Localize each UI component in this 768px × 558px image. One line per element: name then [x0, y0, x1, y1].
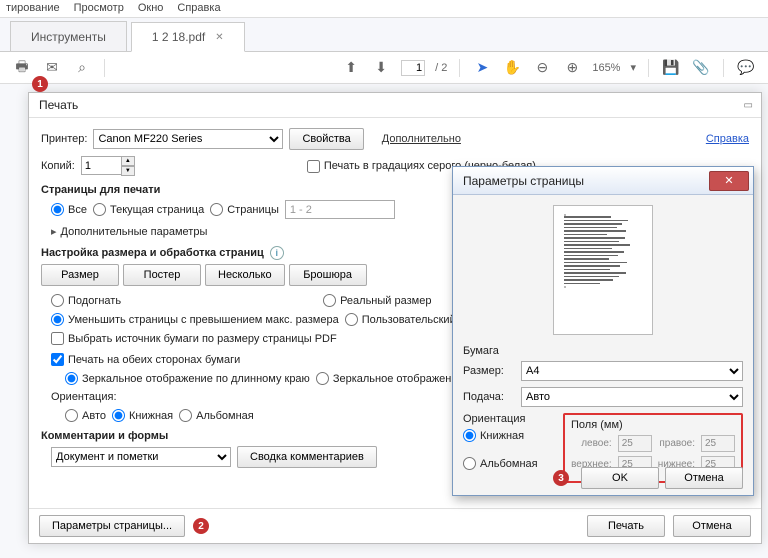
page-setup-title: Параметры страницы — [463, 174, 584, 188]
help-link[interactable]: Справка — [706, 133, 749, 145]
minus-icon[interactable]: ⊖ — [532, 58, 552, 78]
main-toolbar: 🖶 ✉ ⌕ ⬆ ⬇ / 2 ➤ ✋ ⊖ ⊕ 165% ▾ 💾 📎 💬 — [0, 52, 768, 84]
pages-current-radio[interactable]: Текущая страница — [93, 203, 204, 216]
print-dialog-title: Печать — [39, 98, 78, 112]
save-icon[interactable]: 💾 — [661, 58, 681, 78]
printer-label: Принтер: — [41, 133, 87, 145]
paper-source-label: Подача: — [463, 391, 515, 403]
comments-select[interactable]: Документ и пометки — [51, 447, 231, 467]
orient-landscape-radio[interactable]: Альбомная — [179, 409, 254, 422]
shrink-radio[interactable]: Уменьшить страницы с превышением макс. р… — [51, 313, 339, 326]
poster-button[interactable]: Постер — [123, 264, 201, 286]
menu-window[interactable]: Окно — [138, 2, 164, 15]
paper-source-select[interactable]: Авто — [521, 387, 743, 407]
attach-icon[interactable]: 📎 — [691, 58, 711, 78]
orientation-group-label: Ориентация — [463, 413, 555, 425]
summarize-button[interactable]: Сводка комментариев — [237, 446, 377, 468]
menu-edit[interactable]: тирование — [6, 2, 60, 15]
dropdown-icon[interactable]: ▾ — [630, 61, 636, 74]
page-total: / 2 — [435, 62, 447, 74]
pages-range-radio[interactable]: Страницы — [210, 203, 279, 216]
pages-range-input[interactable] — [285, 200, 395, 219]
printer-select[interactable]: Canon MF220 Series — [93, 129, 283, 149]
paper-label: Бумага — [463, 345, 743, 357]
menu-help[interactable]: Справка — [177, 2, 220, 15]
paper-size-label: Размер: — [463, 365, 515, 377]
tab-tools[interactable]: Инструменты — [10, 21, 127, 51]
margin-left-input — [618, 435, 652, 452]
orientation-label: Ориентация: — [51, 391, 117, 403]
hand-icon[interactable]: ✋ — [502, 58, 522, 78]
copies-spinner[interactable]: ▲▼ — [81, 156, 135, 176]
paper-size-select[interactable]: A4 — [521, 361, 743, 381]
ps-portrait-radio[interactable]: Книжная — [463, 429, 524, 442]
print-icon[interactable]: 🖶 — [12, 58, 32, 78]
fit-radio[interactable]: Подогнать — [51, 294, 121, 307]
duplex-checkbox[interactable]: Печать на обеих сторонах бумаги — [51, 353, 240, 366]
close-icon[interactable]: ✕ — [709, 171, 749, 191]
margin-right-input — [701, 435, 735, 452]
page-setup-dialog: Параметры страницы ✕ Бумага Размер: A4 П… — [452, 166, 754, 496]
page-preview — [553, 205, 653, 335]
comment-icon[interactable]: 💬 — [736, 58, 756, 78]
orient-auto-radio[interactable]: Авто — [65, 409, 106, 422]
page-down-icon[interactable]: ⬇ — [371, 58, 391, 78]
ok-button[interactable]: OK — [581, 467, 659, 489]
close-tab-icon[interactable]: ✕ — [215, 32, 223, 43]
page-up-icon[interactable]: ⬆ — [341, 58, 361, 78]
properties-button[interactable]: Свойства — [289, 128, 363, 150]
flip-long-radio[interactable]: Зеркальное отображение по длинному краю — [65, 372, 310, 385]
actual-radio[interactable]: Реальный размер — [323, 294, 431, 307]
orient-portrait-radio[interactable]: Книжная — [112, 409, 173, 422]
info-icon[interactable]: i — [270, 246, 284, 260]
pointer-icon[interactable]: ➤ — [472, 58, 492, 78]
tab-strip: Инструменты 1 2 18.pdf✕ — [0, 18, 768, 52]
copies-label: Копий: — [41, 160, 75, 172]
zoom-value[interactable]: 165% — [592, 62, 620, 74]
mail-icon[interactable]: ✉ — [42, 58, 62, 78]
size-button[interactable]: Размер — [41, 264, 119, 286]
tab-document[interactable]: 1 2 18.pdf✕ — [131, 22, 245, 52]
menu-view[interactable]: Просмотр — [74, 2, 124, 15]
page-setup-button[interactable]: Параметры страницы... — [39, 515, 185, 537]
margins-label: Поля (мм) — [571, 419, 735, 431]
callout-badge-2: 2 — [193, 518, 209, 534]
cancel-button[interactable]: Отмена — [673, 515, 751, 537]
choose-source-checkbox[interactable]: Выбрать источник бумаги по размеру стран… — [51, 332, 337, 345]
callout-badge-3: 3 — [553, 470, 569, 486]
callout-badge-1: 1 — [32, 76, 48, 92]
page-number-input[interactable] — [401, 60, 425, 76]
menu-bar[interactable]: тирование Просмотр Окно Справка — [0, 0, 768, 18]
plus-icon[interactable]: ⊕ — [562, 58, 582, 78]
collapse-icon[interactable]: ▭ — [744, 100, 751, 111]
print-button[interactable]: Печать — [587, 515, 665, 537]
multiple-button[interactable]: Несколько — [205, 264, 285, 286]
ps-cancel-button[interactable]: Отмена — [665, 467, 743, 489]
zoom-out-icon[interactable]: ⌕ — [72, 58, 92, 78]
advanced-link[interactable]: Дополнительно — [370, 128, 473, 150]
booklet-button[interactable]: Брошюра — [289, 264, 367, 286]
sizing-section-title: Настройка размера и обработка страниц — [41, 247, 264, 259]
pages-all-radio[interactable]: Все — [51, 203, 87, 216]
